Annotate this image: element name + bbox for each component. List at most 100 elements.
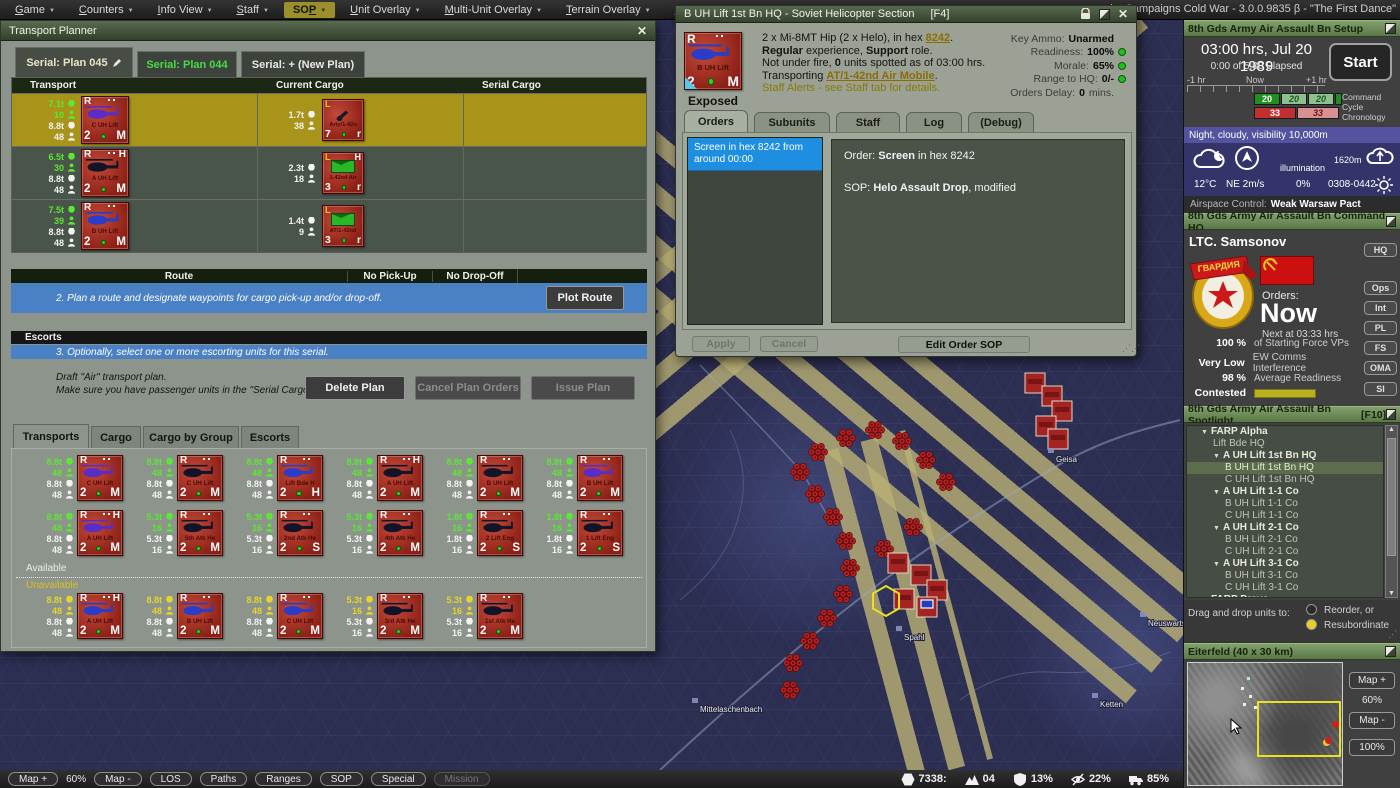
hq-fs-button[interactable]: FS: [1364, 341, 1397, 355]
scroll-down-icon[interactable]: ▼: [1386, 590, 1397, 597]
palette-unit[interactable]: 8.8t488.8t48RHA UH Lift2M: [28, 593, 120, 639]
palette-tab-transports[interactable]: Transports: [13, 424, 89, 448]
lock-icon[interactable]: [1080, 8, 1091, 20]
tree-item[interactable]: C UH Lift 1st Bn HQ: [1187, 474, 1383, 486]
panel-pin-icon[interactable]: [1385, 23, 1396, 34]
transport-row[interactable]: 6.5t308.8t48RHA UH Lift2M2.3t18LH1-42nd …: [12, 146, 646, 199]
menu-item-unit-overlay[interactable]: Unit Overlay▼: [341, 2, 429, 18]
palette-unit[interactable]: 8.8t488.8t48RHA UH Lift2M: [328, 455, 420, 501]
palette-counter[interactable]: R1 Lift Eng2S: [577, 510, 623, 556]
plot-route-button[interactable]: Plot Route: [546, 286, 624, 310]
map--button[interactable]: Map -: [94, 772, 142, 786]
tree-item[interactable]: C UH Lift 1-1 Co: [1187, 510, 1383, 522]
palette-unit[interactable]: 8.8t488.8t48RB UH Lift2M: [528, 455, 620, 501]
hq-hq-button[interactable]: HQ: [1364, 243, 1397, 257]
palette-unit[interactable]: 1.8t161.8t16R2 Lift Eng2S: [428, 510, 520, 556]
palette-counter[interactable]: RB UH Lift2M: [177, 593, 223, 639]
palette-counter[interactable]: RHA UH Lift2M: [77, 593, 123, 639]
transport-row[interactable]: 7.5t398.8t48RB UH Lift2M1.4t9LAT/1-42nd3…: [12, 199, 646, 252]
palette-unit[interactable]: 8.8t488.8t48RC UH Lift2M: [28, 455, 120, 501]
tab-staff[interactable]: Staff: [836, 112, 900, 132]
issue-plan-button[interactable]: Issue Plan: [531, 376, 635, 400]
map-zoom-out-button[interactable]: Map -: [1349, 712, 1395, 729]
palette-counter[interactable]: R2nd Atk He2S: [277, 510, 323, 556]
palette-tab-cargo-by-group[interactable]: Cargo by Group: [143, 426, 239, 448]
tree-item[interactable]: B UH Lift 3-1 Co: [1187, 570, 1383, 582]
cancel-button[interactable]: Cancel: [760, 336, 818, 352]
order-list[interactable]: Screen in hex 8242 from around 00:00: [687, 137, 823, 325]
panel-pin-icon[interactable]: [1385, 646, 1396, 657]
resize-grip[interactable]: ⋰: [1388, 629, 1397, 640]
edit-order-sop-button[interactable]: Edit Order SOP: [898, 336, 1030, 353]
tab-log[interactable]: Log: [906, 112, 962, 132]
palette-counter[interactable]: RLift Bde H2H: [277, 455, 323, 501]
tree-item[interactable]: ▼A UH Lift 1st Bn HQ: [1187, 450, 1383, 462]
panel-pin-icon[interactable]: [1099, 9, 1110, 20]
tree-item[interactable]: B UH Lift 2-1 Co: [1187, 534, 1383, 546]
transport-planner-titlebar[interactable]: Transport Planner ✕: [1, 21, 655, 41]
palette-counter[interactable]: RC UH Lift2M: [77, 455, 123, 501]
minimap[interactable]: [1187, 662, 1343, 786]
tab-orders[interactable]: Orders: [684, 110, 748, 132]
paths-button[interactable]: Paths: [200, 772, 248, 786]
transport-counter[interactable]: RHA UH Lift2M: [81, 149, 129, 197]
menu-item-terrain-overlay[interactable]: Terrain Overlay▼: [557, 2, 660, 18]
transport-row[interactable]: 7.1t108.8t48RC UH Lift2M1.7t38LArty/1-42…: [12, 93, 646, 146]
tree-item[interactable]: ▼FARP Alpha: [1187, 426, 1383, 438]
menu-item-info-view[interactable]: Info View▼: [149, 2, 222, 18]
tree-scrollbar[interactable]: ▲ ▼: [1385, 425, 1398, 598]
menu-item-counters[interactable]: Counters▼: [70, 2, 143, 18]
palette-unit[interactable]: 8.8t488.8t48RC UH Lift2M: [128, 455, 220, 501]
palette-counter[interactable]: RB UH Lift2M: [477, 455, 523, 501]
hq-int-button[interactable]: Int: [1364, 301, 1397, 315]
palette-unit[interactable]: 5.3t165.3t16R3rd Atk He2M: [328, 593, 420, 639]
selected-unit-counter[interactable]: RB UH Lift2M: [684, 32, 742, 90]
transport-counter[interactable]: RC UH Lift2M: [81, 96, 129, 144]
map-unit-counter[interactable]: [917, 597, 937, 617]
resubordinate-radio[interactable]: [1306, 619, 1317, 630]
apply-button[interactable]: Apply: [692, 336, 750, 352]
tree-item[interactable]: ▼FARP Bravo: [1187, 594, 1383, 598]
sop-button[interactable]: SOP: [320, 772, 363, 786]
cargo-counter[interactable]: LAT/1-42nd3r: [322, 205, 364, 247]
palette-unit[interactable]: 5.3t165.3t16R4th Atk He2M: [328, 510, 420, 556]
hq-ops-button[interactable]: Ops: [1364, 281, 1397, 295]
start-button[interactable]: Start: [1329, 43, 1392, 81]
serial-tab-2[interactable]: Serial: + (New Plan): [241, 51, 365, 77]
serial-tab-1[interactable]: Serial: Plan 044: [137, 51, 237, 77]
palette-counter[interactable]: R4th Atk He2M: [377, 510, 423, 556]
map-zoom-in-button[interactable]: Map +: [1349, 672, 1395, 689]
cargo-counter[interactable]: LH1-42nd Air3r: [322, 152, 364, 194]
menu-item-staff[interactable]: Staff▼: [228, 2, 278, 18]
panel-pin-icon[interactable]: [1386, 216, 1396, 227]
palette-counter[interactable]: R2 Lift Eng2S: [477, 510, 523, 556]
palette-unit[interactable]: 1.8t161.8t16R1 Lift Eng2S: [528, 510, 620, 556]
palette-unit[interactable]: 8.8t488.8t48RLift Bde H2H: [228, 455, 320, 501]
scroll-up-icon[interactable]: ▲: [1386, 426, 1397, 433]
close-icon[interactable]: ✕: [1118, 7, 1128, 21]
ranges-button[interactable]: Ranges: [255, 772, 311, 786]
menu-item-game[interactable]: Game▼: [6, 2, 64, 18]
palette-tab-escorts[interactable]: Escorts: [241, 426, 299, 448]
hq-pl-button[interactable]: PL: [1364, 321, 1397, 335]
transported-unit-link[interactable]: AT/1-42nd Air Mobile: [826, 70, 934, 82]
tab-(debug)[interactable]: (Debug): [968, 112, 1034, 132]
palette-unit[interactable]: 5.3t165.3t16R2nd Atk He2S: [228, 510, 320, 556]
palette-unit[interactable]: 8.8t488.8t48RHA UH Lift2M: [28, 510, 120, 556]
tree-item[interactable]: Lift Bde HQ: [1187, 438, 1383, 450]
map--button[interactable]: Map +: [8, 772, 58, 786]
map-unit-counter[interactable]: [888, 553, 908, 573]
palette-unit[interactable]: 8.8t488.8t48RB UH Lift2M: [128, 593, 220, 639]
tab-subunits[interactable]: Subunits: [754, 112, 830, 132]
hq-oma-button[interactable]: OMA: [1364, 361, 1397, 375]
map-unit-counter[interactable]: [1048, 429, 1068, 449]
palette-counter[interactable]: R5th Atk He2M: [177, 510, 223, 556]
menu-item-sop[interactable]: SOP▼: [284, 2, 335, 18]
map-zoom-100-button[interactable]: 100%: [1349, 739, 1395, 756]
palette-unit[interactable]: 5.3t165.3t16R5th Atk He2M: [128, 510, 220, 556]
cancel-plan-orders-button[interactable]: Cancel Plan Orders: [415, 376, 521, 400]
palette-counter[interactable]: RHA UH Lift2M: [377, 455, 423, 501]
palette-counter[interactable]: RC UH Lift2M: [277, 593, 323, 639]
palette-counter[interactable]: RHA UH Lift2M: [77, 510, 123, 556]
palette-counter[interactable]: RC UH Lift2M: [177, 455, 223, 501]
